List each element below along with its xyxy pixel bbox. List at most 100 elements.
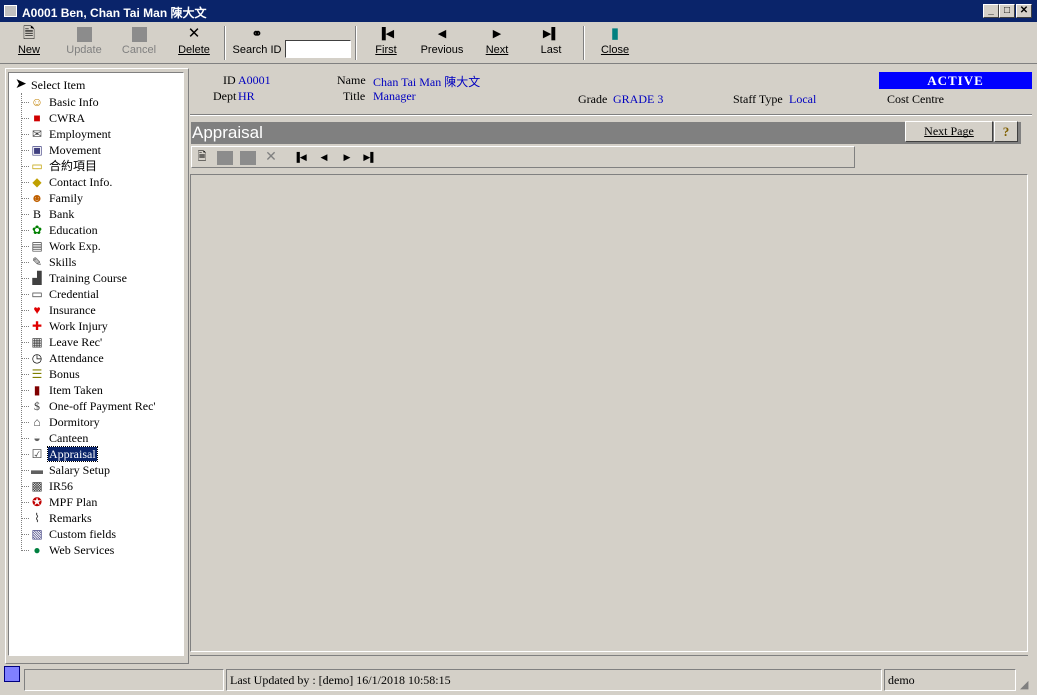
tree-item[interactable]: ☑ Appraisal bbox=[21, 445, 98, 463]
tree-item[interactable]: ☰ Bonus bbox=[21, 365, 81, 381]
tree-item[interactable]: ▦ Leave Rec' bbox=[21, 333, 103, 349]
tree-item[interactable]: ▣ Movement bbox=[21, 141, 102, 157]
staff-type-label: Staff Type bbox=[733, 92, 783, 106]
tree-branch-line bbox=[21, 165, 29, 167]
tree-item-label: Canteen bbox=[49, 431, 89, 446]
prev-row-icon[interactable]: ◀ bbox=[316, 150, 332, 165]
search-id-input[interactable] bbox=[285, 40, 351, 58]
delete-button[interactable]: ✕ Delete bbox=[174, 24, 214, 62]
update-icon bbox=[62, 24, 106, 44]
tree-item[interactable]: ✿ Education bbox=[21, 221, 99, 237]
tree-item-label: Dormitory bbox=[49, 415, 100, 430]
tree-item[interactable]: ✪ MPF Plan bbox=[21, 493, 98, 509]
close-button[interactable]: ▮ Close bbox=[596, 24, 634, 62]
tree-item[interactable]: ☻ Family bbox=[21, 189, 84, 205]
save-record-icon[interactable] bbox=[217, 151, 233, 165]
book-icon: ■ bbox=[33, 110, 41, 125]
tree-branch-line bbox=[21, 309, 29, 311]
search-id-button[interactable]: ⚭ Search ID bbox=[230, 24, 284, 62]
tree-item[interactable]: ▭ 合約項目 bbox=[21, 157, 98, 173]
appraisal-content-area bbox=[190, 174, 1028, 652]
tree-branch-line bbox=[21, 357, 29, 359]
first-button[interactable]: ▐◀ First bbox=[368, 24, 404, 62]
tree-item[interactable]: $ One-off Payment Rec' bbox=[21, 397, 157, 413]
status-bar: Last Updated by : [demo] 16/1/2018 10:58… bbox=[0, 666, 1037, 695]
new-button[interactable]: 🗎 New bbox=[10, 24, 48, 62]
tree-item[interactable]: ⌇ Remarks bbox=[21, 509, 93, 525]
delete-record-icon[interactable]: ✕ bbox=[263, 150, 279, 165]
tree-item[interactable]: ◒ Canteen bbox=[21, 429, 89, 445]
next-page-button[interactable]: Next Page bbox=[905, 121, 993, 142]
close-window-button[interactable]: ✕ bbox=[1016, 4, 1032, 18]
tree-item-label: CWRA bbox=[49, 111, 85, 126]
name-label: Name bbox=[337, 73, 366, 87]
tree-branch-line bbox=[21, 181, 29, 183]
id-card-icon: ▭ bbox=[31, 286, 43, 301]
training-icon: ▟ bbox=[32, 270, 42, 285]
resize-grip-icon[interactable]: ◢ bbox=[1020, 678, 1028, 691]
computer-icon: ▣ bbox=[31, 142, 43, 157]
tree-item[interactable]: ▧ Custom fields bbox=[21, 525, 117, 541]
tree-item[interactable]: ♥ Insurance bbox=[21, 301, 97, 317]
money-icon: ☰ bbox=[31, 366, 43, 381]
tree-item[interactable]: ▬ Salary Setup bbox=[21, 461, 111, 477]
tree-branch-line bbox=[21, 549, 29, 551]
last-button[interactable]: ▶▌ Last bbox=[532, 24, 570, 62]
tree-item[interactable]: ✎ Skills bbox=[21, 253, 77, 269]
tree-item-label: Insurance bbox=[49, 303, 96, 318]
current-user: demo bbox=[884, 669, 1016, 691]
first-record-icon: ▐◀ bbox=[377, 28, 395, 40]
salary-icon: ▬ bbox=[31, 462, 43, 477]
add-record-icon[interactable]: 🗎 bbox=[194, 150, 210, 165]
tree-item[interactable]: ■ CWRA bbox=[21, 109, 86, 125]
tree-branch-line bbox=[21, 485, 29, 487]
tree-item[interactable]: ☺ Basic Info bbox=[21, 93, 100, 109]
first-row-icon[interactable]: ▐◀ bbox=[292, 150, 308, 165]
bowl-icon: ◒ bbox=[33, 430, 41, 445]
undo-record-icon[interactable] bbox=[240, 151, 256, 165]
next-button[interactable]: ▶ Next bbox=[478, 24, 516, 62]
maximize-button[interactable]: □ bbox=[999, 4, 1015, 18]
app-icon bbox=[4, 5, 17, 17]
tree-item[interactable]: ◷ Attendance bbox=[21, 349, 105, 365]
tree-branch-line bbox=[21, 469, 29, 471]
tree-item[interactable]: ▟ Training Course bbox=[21, 269, 128, 285]
toolbar-separator bbox=[355, 26, 357, 60]
last-record-icon: ▶▌ bbox=[542, 28, 560, 40]
tree-item[interactable]: ✉ Employment bbox=[21, 125, 112, 141]
tree-item[interactable]: ▭ Credential bbox=[21, 285, 100, 301]
last-row-icon[interactable]: ▶▌ bbox=[362, 150, 378, 165]
tree-item[interactable]: ● Web Services bbox=[21, 541, 115, 557]
tree-branch-line bbox=[21, 325, 29, 327]
tree-item-label: Item Taken bbox=[49, 383, 103, 398]
paperclip-icon: ⌇ bbox=[34, 510, 40, 525]
tree-item[interactable]: ▤ Work Exp. bbox=[21, 237, 102, 253]
tree-branch-line bbox=[21, 261, 29, 263]
bank-icon: B bbox=[32, 206, 41, 221]
tree-item[interactable]: B Bank bbox=[21, 205, 75, 221]
pointer-arrow-icon: ➤ bbox=[15, 77, 27, 92]
help-button[interactable]: ? bbox=[994, 121, 1018, 142]
previous-button[interactable]: ◀ Previous bbox=[418, 24, 466, 62]
staff-type-value: Local bbox=[789, 92, 817, 106]
clock-icon: ◷ bbox=[31, 350, 43, 365]
tree-item[interactable]: ▩ IR56 bbox=[21, 477, 74, 493]
tree-item[interactable]: ▮ Item Taken bbox=[21, 381, 104, 397]
cancel-button[interactable]: Cancel bbox=[118, 24, 160, 62]
toolbar-separator bbox=[583, 26, 585, 60]
grade-value: GRADE 3 bbox=[613, 92, 664, 106]
minimize-button[interactable]: _ bbox=[983, 4, 999, 18]
tree-item-label: Custom fields bbox=[49, 527, 117, 542]
next-row-icon[interactable]: ▶ bbox=[339, 150, 355, 165]
tree-item-label: Work Injury bbox=[49, 319, 108, 334]
tree-item[interactable]: ✚ Work Injury bbox=[21, 317, 109, 333]
tree-item-label: One-off Payment Rec' bbox=[49, 399, 156, 414]
navigation-tree[interactable]: ➤ Select Item ☺ Basic Info ■ CWRA ✉ Employmen… bbox=[8, 72, 184, 656]
tree-root[interactable]: ➤ Select Item bbox=[15, 77, 85, 93]
tree-item-label: Skills bbox=[49, 255, 77, 270]
checkbox-icon: ☑ bbox=[31, 446, 43, 461]
title-bar: A0001 Ben, Chan Tai Man 陳大文 _ □ ✕ bbox=[0, 0, 1037, 22]
tree-item[interactable]: ⌂ Dormitory bbox=[21, 413, 101, 429]
tree-item[interactable]: ◆ Contact Info. bbox=[21, 173, 113, 189]
update-button[interactable]: Update bbox=[62, 24, 106, 62]
